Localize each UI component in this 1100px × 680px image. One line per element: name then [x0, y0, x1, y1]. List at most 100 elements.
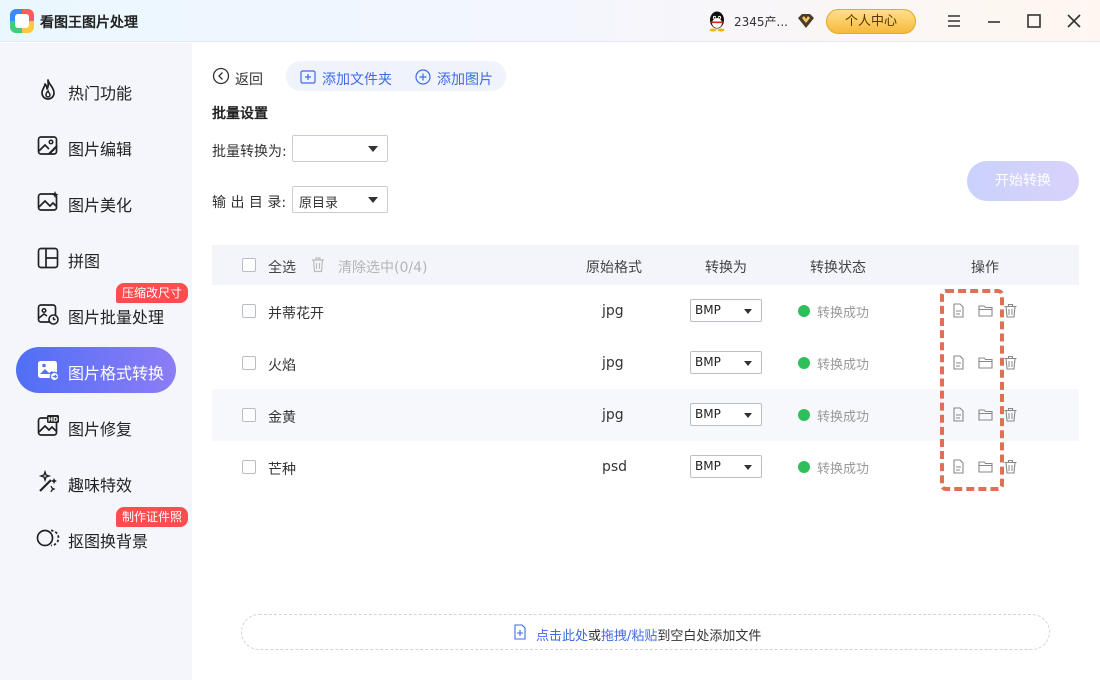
status-text: 转换成功	[817, 358, 870, 373]
sidebar-item-label: 趣味特效	[68, 476, 133, 495]
compress-resize-badge: 压缩改尺寸	[116, 283, 189, 303]
file-name: 金黄	[268, 410, 296, 426]
batch-image-icon	[37, 304, 59, 325]
add-image-icon	[415, 69, 431, 85]
target-format-select[interactable]: BMP	[690, 299, 762, 322]
account-name[interactable]: 2345产...	[734, 13, 788, 30]
file-name: 火焰	[268, 358, 296, 374]
svg-text:HD: HD	[48, 417, 58, 424]
delete-icon[interactable]	[1003, 407, 1018, 422]
vip-crown-icon[interactable]	[796, 11, 816, 31]
open-folder-icon[interactable]	[978, 407, 993, 422]
open-file-icon[interactable]	[951, 459, 966, 474]
drop-zone[interactable]: 点击此处或拖拽/粘贴到空白处添加文件	[241, 614, 1050, 650]
add-image-label: 添加图片	[437, 72, 493, 88]
maximize-icon[interactable]	[1024, 11, 1044, 31]
file-name: 并蒂花开	[268, 306, 324, 322]
row-checkbox[interactable]	[242, 304, 256, 318]
status-text: 转换成功	[817, 306, 870, 321]
sidebar-item-fun-effects[interactable]: 趣味特效	[16, 459, 176, 505]
select-all-checkbox[interactable]	[242, 258, 256, 272]
table-row: 芒种 psd BMP 转换成功	[212, 441, 1079, 493]
open-file-icon[interactable]	[951, 407, 966, 422]
sidebar-item-hot-features[interactable]: 热门功能	[16, 67, 176, 113]
back-arrow-icon	[212, 67, 230, 85]
delete-icon[interactable]	[1003, 303, 1018, 318]
add-files-toolbar: 添加文件夹 添加图片	[286, 61, 506, 91]
success-check-icon	[798, 357, 810, 369]
file-name: 芒种	[268, 462, 296, 478]
title-bar: 看图王图片处理 2345产... 个人中心	[0, 0, 1100, 42]
hd-image-icon: HD	[37, 415, 59, 436]
drag-paste-link[interactable]: 拖拽/粘贴	[601, 629, 657, 644]
delete-icon[interactable]	[1003, 355, 1018, 370]
table-row: 并蒂花开 jpg BMP 转换成功	[212, 285, 1079, 337]
chevron-down-icon	[744, 361, 752, 366]
row-checkbox[interactable]	[242, 460, 256, 474]
success-check-icon	[798, 305, 810, 317]
chevron-down-icon	[744, 465, 752, 470]
qq-avatar-icon[interactable]	[706, 10, 728, 32]
sidebar-item-label: 图片格式转换	[68, 364, 165, 383]
sidebar-item-format-convert[interactable]: 图片格式转换	[16, 347, 176, 393]
target-format-value: BMP	[695, 459, 721, 473]
original-format: psd	[602, 459, 628, 475]
success-check-icon	[798, 461, 810, 473]
status-text: 转换成功	[817, 410, 870, 425]
sidebar-item-image-beautify[interactable]: 图片美化	[16, 179, 176, 225]
batch-convert-select[interactable]	[292, 135, 388, 162]
open-folder-icon[interactable]	[978, 355, 993, 370]
select-all-label[interactable]: 全选	[268, 257, 296, 277]
open-file-icon[interactable]	[951, 355, 966, 370]
delete-icon[interactable]	[1003, 459, 1018, 474]
sidebar-item-label: 抠图换背景	[68, 532, 149, 551]
open-file-icon[interactable]	[951, 303, 966, 318]
sidebar-item-image-edit[interactable]: 图片编辑	[16, 123, 176, 169]
target-format-value: BMP	[695, 355, 721, 369]
collage-icon	[37, 247, 59, 269]
col-convert-to: 转换为	[705, 260, 747, 276]
image-sparkle-icon	[37, 191, 59, 211]
flame-icon	[41, 79, 55, 100]
success-check-icon	[798, 409, 810, 421]
chevron-down-icon	[744, 309, 752, 314]
chevron-down-icon	[368, 197, 378, 203]
target-format-select[interactable]: BMP	[690, 403, 762, 426]
target-format-value: BMP	[695, 407, 721, 421]
chevron-down-icon	[368, 146, 378, 152]
target-format-select[interactable]: BMP	[690, 351, 762, 374]
menu-icon[interactable]	[944, 11, 964, 31]
sidebar-item-cutout[interactable]: 抠图换背景	[16, 515, 176, 561]
personal-center-button[interactable]: 个人中心	[826, 9, 916, 34]
output-dir-value: 原目录	[299, 196, 339, 211]
add-folder-label: 添加文件夹	[322, 72, 392, 88]
start-convert-button[interactable]: 开始转换	[967, 161, 1079, 201]
sidebar-item-collage[interactable]: 拼图	[16, 235, 176, 281]
trash-icon[interactable]	[310, 256, 326, 273]
target-format-select[interactable]: BMP	[690, 455, 762, 478]
click-here-link[interactable]: 点击此处	[536, 629, 588, 644]
output-dir-select[interactable]: 原目录	[292, 186, 388, 213]
close-icon[interactable]	[1064, 11, 1084, 31]
app-title: 看图王图片处理	[40, 15, 138, 31]
clear-selected-button[interactable]: 清除选中(0/4)	[338, 257, 427, 277]
minimize-icon[interactable]	[984, 11, 1004, 31]
format-convert-icon	[38, 361, 60, 382]
sidebar-item-image-repair[interactable]: HD 图片修复	[16, 403, 176, 449]
drop-suffix-text: 到空白处添加文件	[657, 629, 762, 644]
row-checkbox[interactable]	[242, 356, 256, 370]
add-folder-icon	[300, 70, 316, 84]
sidebar-item-label: 图片美化	[68, 196, 133, 215]
original-format: jpg	[602, 355, 624, 371]
magic-wand-icon	[38, 470, 57, 493]
row-checkbox[interactable]	[242, 408, 256, 422]
open-folder-icon[interactable]	[978, 459, 993, 474]
original-format: jpg	[602, 303, 624, 319]
open-folder-icon[interactable]	[978, 303, 993, 318]
or-text: 或	[588, 629, 602, 644]
back-label: 返回	[235, 72, 263, 88]
sidebar-item-label: 拼图	[68, 252, 101, 271]
convert-to-label: 批量转换为:	[212, 144, 287, 160]
batch-settings-title: 批量设置	[212, 106, 268, 122]
table-row: 金黄 jpg BMP 转换成功	[212, 389, 1079, 441]
